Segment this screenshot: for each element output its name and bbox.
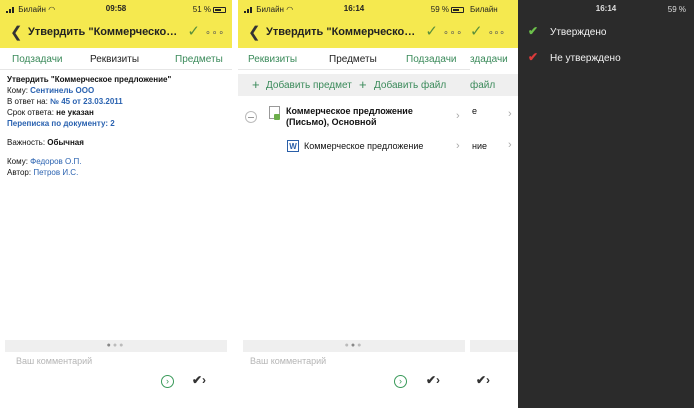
recipient-link[interactable]: Федоров О.П. [30,157,81,166]
battery-label: 51 % [192,5,211,14]
back-chevron-icon[interactable]: ❮ [248,23,261,41]
approve-check-icon[interactable]: ✓ [425,22,438,40]
status-right: 51 % [193,5,226,14]
approval-menu: 16:14 59 % ✔ Утверждено ✔ Не утверждено [518,0,694,408]
status-bar: Билайн ◠ 16:14 59 % [238,0,470,18]
chevron-right-icon: › [456,110,460,122]
forward-circle-icon[interactable]: › [394,375,407,388]
red-check-icon: ✔ [528,50,539,64]
word-file-icon: W [287,140,299,152]
nav-bar: ❮ Утвердить "Коммерческое... ✓ ∘∘∘ [238,18,470,48]
tab-subtasks[interactable]: Подзадачи [12,54,62,65]
tab-subtasks[interactable]: здадачи [470,54,508,65]
battery-icon [451,6,464,13]
reply-line: В ответ на: № 45 от 23.03.2011 [7,97,123,106]
add-subject-button[interactable]: Добавить предмет [266,80,352,91]
comment-input[interactable]: Ваш комментарий [250,356,326,366]
screen-subjects: Билайн ◠ 16:14 59 % ❮ Утвердить "Коммерч… [238,0,470,408]
reply-link[interactable]: № 45 от 23.03.2011 [50,97,123,106]
page-indicator [470,340,518,352]
option-label: Не утверждено [550,53,621,64]
page-indicator: ●●● [5,340,227,352]
add-file-button[interactable]: Добавить файл [374,80,446,91]
nav-bar: ✓ ∘∘∘ [470,18,518,48]
battery-label: 59 % [430,5,449,14]
chevron-right-icon: › [456,140,460,152]
author-line: Автор: Петров И.С. [7,168,79,177]
subjects-action-bar: + Добавить предмет + Добавить файл [238,74,470,96]
to-link[interactable]: Сентинель ООО [30,86,94,95]
more-icon[interactable]: ∘∘∘ [205,27,225,38]
task-details: Утвердить "Коммерческое предложение" Ком… [7,74,227,178]
nav-bar: ❮ Утвердить "Коммерческое... ✓ ∘∘∘ [0,18,232,48]
nav-title: Утвердить "Коммерческое... [28,26,178,38]
plus-icon[interactable]: + [252,77,260,92]
more-icon[interactable]: ∘∘∘ [488,27,505,38]
status-bar: Билайн [470,0,518,18]
more-icon[interactable]: ∘∘∘ [443,27,463,38]
approve-send-icon[interactable]: ✔› [426,373,440,387]
tab-details[interactable]: Реквизиты [248,54,297,65]
status-bar: 16:14 59 % [518,0,694,18]
option-label: Утверждено [550,27,607,38]
nav-title: Утвердить "Коммерческое... [266,26,416,38]
chevron-right-icon: › [508,139,512,151]
approve-check-icon[interactable]: ✓ [187,22,200,40]
status-right: 59 % [431,5,464,14]
subject-title: Коммерческое предложение (Письмо), Основн… [286,106,413,127]
forward-circle-icon[interactable]: › [161,375,174,388]
due-line: Срок ответа: не указан [7,108,94,117]
subject-item[interactable]: Коммерческое предложение (Письмо), Основн… [238,104,470,136]
plus-icon[interactable]: + [359,77,367,92]
carrier-label: Билайн [470,5,498,14]
file-item[interactable]: W Коммерческое предложение › [238,139,470,157]
approve-send-icon[interactable]: ✔› [476,373,490,387]
battery-icon [213,6,226,13]
option-not-approved[interactable]: ✔ Не утверждено [518,46,694,72]
tab-bar: Подзадачи Реквизиты Предметы [0,48,232,70]
file-fragment: ние [472,141,488,151]
approve-send-icon[interactable]: ✔› [192,373,206,387]
add-file-button[interactable]: файл [470,80,495,91]
due-value: не указан [56,108,94,117]
subject-fragment: е [472,106,478,116]
tab-subjects[interactable]: Предметы [175,54,223,65]
approve-check-icon[interactable]: ✓ [470,22,483,40]
chevron-right-icon: › [508,108,512,120]
tab-bar: Реквизиты Предметы Подзадачи [238,48,470,70]
status-bar: Билайн ◠ 09:58 51 % [0,0,232,18]
importance-line: Важность: Обычная [7,138,84,147]
screen-partial: Билайн ✓ ∘∘∘ здадачи файл е › ние › ✔› [470,0,518,408]
option-approved[interactable]: ✔ Утверждено [518,20,694,46]
collapse-minus-icon[interactable] [245,111,257,123]
green-check-icon: ✔ [528,24,539,38]
subjects-action-bar: файл [470,74,518,96]
importance-value: Обычная [47,138,84,147]
tab-subtasks[interactable]: Подзадачи [406,54,456,65]
battery-label: 59 % [667,5,686,14]
recipient-line: Кому: Федоров О.П. [7,157,82,166]
tab-details[interactable]: Реквизиты [90,54,139,65]
file-name: Коммерческое предложение [304,141,424,151]
back-chevron-icon[interactable]: ❮ [10,23,23,41]
task-heading: Утвердить "Коммерческое предложение" [7,75,172,84]
page-indicator: ●●● [243,340,465,352]
to-line: Кому: Сентинель ООО [7,86,95,95]
correspondence-link[interactable]: Переписка по документу: 2 [7,118,227,129]
comment-input[interactable]: Ваш комментарий [16,356,92,366]
tab-subjects[interactable]: Предметы [329,54,377,65]
screen-details: Билайн ◠ 09:58 51 % ❮ Утвердить "Коммерч… [0,0,232,408]
screenshot-stage: Билайн ◠ 09:58 51 % ❮ Утвердить "Коммерч… [0,0,694,408]
document-icon [269,106,280,120]
author-link[interactable]: Петров И.С. [33,168,78,177]
